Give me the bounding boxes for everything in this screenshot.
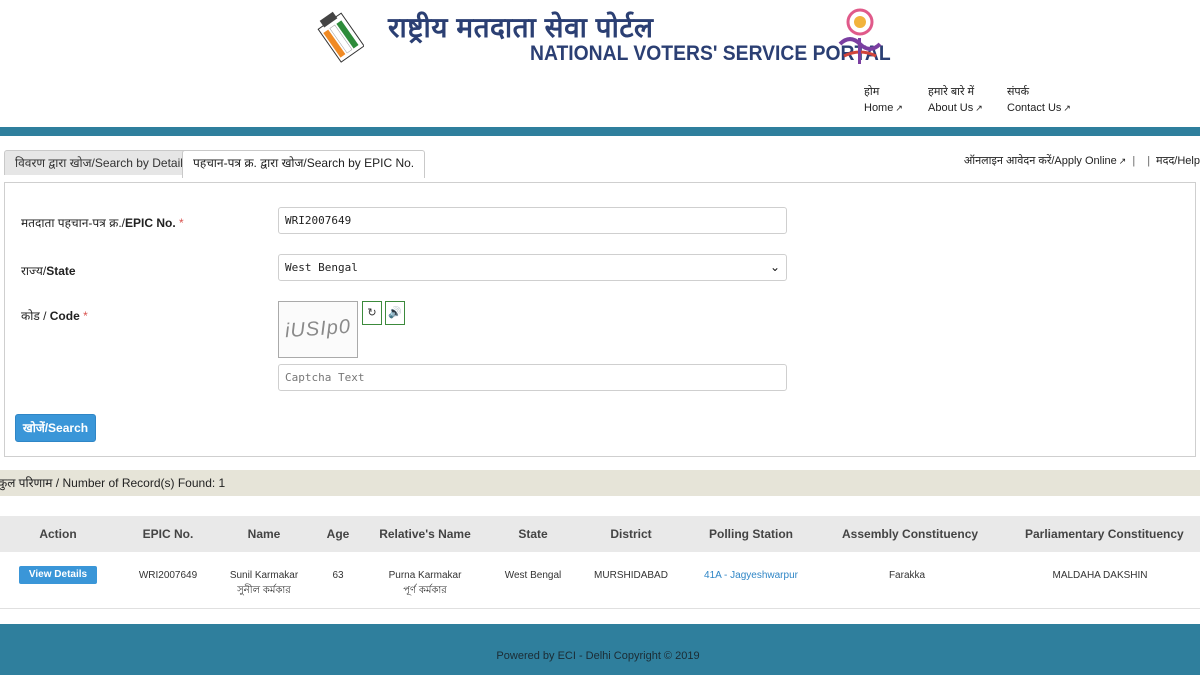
results-table-header: Action EPIC No. Name Age Relative's Name… [0, 516, 1200, 552]
col-name: Name [247, 527, 281, 541]
col-epic: EPIC No. [142, 527, 194, 541]
cell-age: 63 [332, 570, 344, 581]
cell-relative-english: Purna Karmakar [388, 570, 462, 581]
nav-home[interactable]: होम Home ↗ [864, 84, 903, 116]
external-link-icon: ↗ [1118, 156, 1127, 166]
help-link[interactable]: मदद/Help [1156, 155, 1200, 167]
cell-state: West Bengal [504, 570, 562, 581]
table-row: View Details WRI2007649 Sunil Karmakar স… [0, 552, 1200, 609]
footer-copyright: Powered by ECI - Delhi Copyright © 2019 [496, 650, 700, 662]
tab-search-by-details[interactable]: विवरण द्वारा खोज/Search by Details [4, 150, 200, 175]
apply-online-label: ऑनलाइन आवेदन करें/Apply Online [963, 155, 1117, 167]
records-summary-bar: कुल परिणाम / Number of Record(s) Found: … [0, 470, 1200, 496]
speaker-icon: 🔊 [388, 307, 402, 319]
cell-parliamentary: MALDAHA DAKSHIN [1052, 570, 1148, 581]
nav-home-label: Home [864, 102, 894, 114]
state-select-value: West Bengal [285, 261, 358, 274]
refresh-icon: ↻ [367, 307, 377, 319]
search-form-panel: मतदाता पहचान-पत्र क्र./EPIC No. * WRI200… [4, 182, 1196, 457]
cell-name: Sunil Karmakar সুনীল কর্মকার [219, 568, 309, 598]
footer: Powered by ECI - Delhi Copyright © 2019 [0, 624, 1200, 675]
right-links: ऑनलाइन आवेदन करें/Apply Online ↗ | | मदद/Hel… [964, 153, 1200, 168]
col-district: District [610, 527, 652, 541]
header-divider [0, 127, 1200, 136]
records-count: कुल परिणाम / Number of Record(s) Found: … [0, 476, 226, 490]
nav-about-hindi: हमारे बारे में [928, 86, 975, 98]
required-mark: * [83, 309, 88, 323]
nav-contact-hindi: संपर्क [1007, 86, 1030, 98]
cell-name-bengali: সুনীল কর্মকার [237, 585, 291, 596]
captcha-input[interactable]: Captcha Text [278, 364, 787, 391]
external-link-icon: ↗ [895, 103, 903, 113]
nav-contact-us[interactable]: संपर्क Contact Us ↗ [1007, 84, 1071, 116]
nav-about-label: About Us [928, 102, 974, 114]
epic-label-english: EPIC No. [125, 216, 176, 230]
link-separator: | [1147, 155, 1151, 167]
cell-name-english: Sunil Karmakar [229, 570, 299, 581]
nav-contact-label: Contact Us [1007, 102, 1062, 114]
captcha-image: iUSIp0 [278, 301, 358, 358]
captcha-image-text: iUSIp0 [284, 315, 352, 343]
state-label-hindi: राज्य/ [21, 264, 47, 278]
epic-label: मतदाता पहचान-पत्र क्र./EPIC No. * [21, 214, 184, 231]
cell-polling-station-link[interactable]: 41A - Jagyeshwarpur [696, 568, 806, 583]
required-mark: * [179, 216, 184, 230]
view-details-button[interactable]: View Details [19, 566, 97, 584]
link-separator: | [1132, 155, 1136, 167]
search-button[interactable]: खोजें/Search [15, 414, 96, 442]
external-link-icon: ↗ [975, 103, 983, 113]
captcha-audio-button[interactable]: 🔊 [385, 301, 405, 325]
col-assembly: Assembly Constituency [842, 527, 979, 541]
code-label-english: Code [49, 309, 80, 323]
tyohar-logo-icon [838, 8, 882, 64]
col-polling-station: Polling Station [709, 527, 793, 541]
col-state: State [518, 527, 548, 541]
eci-logo-icon [317, 11, 364, 63]
cell-relative: Purna Karmakar পূর্ণ কর্মকার [375, 568, 475, 598]
cell-epic: WRI2007649 [138, 570, 198, 581]
col-age: Age [326, 527, 350, 541]
portal-title-hindi: राष्ट्रीय मतदाता सेवा पोर्टल [388, 12, 654, 43]
cell-assembly: Farakka [888, 570, 926, 581]
external-link-icon: ↗ [1063, 103, 1071, 113]
tab-search-by-epic[interactable]: पहचान-पत्र क्र. द्वारा खोज/Search by EPI… [182, 150, 426, 178]
state-label: राज्य/State [21, 262, 76, 279]
code-label-hindi: कोड / [21, 309, 50, 323]
col-relative: Relative's Name [379, 527, 471, 541]
code-label: कोड / Code * [21, 307, 88, 324]
state-label-english: State [46, 264, 76, 278]
cell-district: MURSHIDABAD [594, 570, 668, 581]
col-action: Action [39, 527, 77, 541]
col-parliamentary: Parliamentary Constituency [1025, 527, 1184, 541]
captcha-refresh-button[interactable]: ↻ [362, 301, 382, 325]
nav-about-us[interactable]: हमारे बारे में About Us ↗ [928, 84, 983, 116]
nav-home-hindi: होम [864, 86, 880, 98]
epic-input[interactable]: WRI2007649 [278, 207, 787, 234]
cell-relative-bengali: পূর্ণ কর্মকার [403, 585, 447, 596]
epic-label-hindi: मतदाता पहचान-पत्र क्र./ [21, 216, 126, 230]
apply-online-link[interactable]: ऑनलाइन आवेदन करें/Apply Online ↗ [964, 155, 1127, 167]
header: राष्ट्रीय मतदाता सेवा पोर्टल NATIONAL VO… [0, 0, 1200, 127]
chevron-down-icon: ⌄ [769, 260, 780, 274]
state-select[interactable]: West Bengal ⌄ [278, 254, 787, 281]
